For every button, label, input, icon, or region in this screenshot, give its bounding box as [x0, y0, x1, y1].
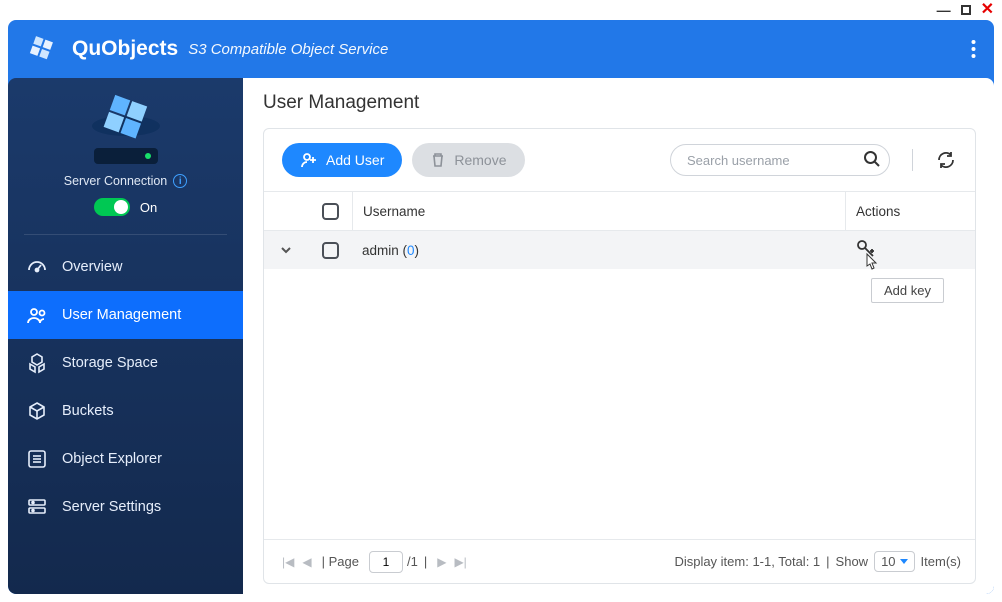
sidebar-item-object-explorer[interactable]: Object Explorer: [8, 435, 243, 483]
sidebar-item-buckets[interactable]: Buckets: [8, 387, 243, 435]
search-input[interactable]: [670, 144, 890, 176]
pager-next-button[interactable]: ▶: [433, 555, 450, 569]
cube-icon: [26, 400, 48, 422]
sidebar-divider: [24, 234, 227, 235]
page-label: Page: [329, 554, 359, 569]
app-container: QuObjects S3 Compatible Object Service: [8, 20, 994, 594]
sidebar: Server Connection i On Overview User Man…: [8, 78, 243, 594]
table-body: admin (0) Add key: [264, 231, 975, 539]
page-total: /1: [407, 554, 418, 569]
table-row[interactable]: admin (0) Add key: [264, 231, 975, 269]
boxes-icon: [26, 352, 48, 374]
sidebar-item-label: User Management: [62, 307, 181, 323]
sidebar-nav: Overview User Management Storage Space B…: [8, 243, 243, 531]
search-icon[interactable]: [862, 149, 882, 169]
sidebar-item-server-settings[interactable]: Server Settings: [8, 483, 243, 531]
row-expand-toggle[interactable]: [264, 244, 308, 256]
page-title: User Management: [263, 92, 976, 114]
window-close-button[interactable]: ✕: [981, 2, 994, 18]
toolbar: Add User Remove: [264, 129, 975, 191]
sidebar-item-label: Server Settings: [62, 499, 161, 515]
app-title: QuObjects: [72, 37, 178, 61]
server-status-block: Server Connection i On: [8, 84, 243, 230]
add-user-label: Add User: [326, 152, 384, 168]
display-summary: Display item: 1-1, Total: 1: [674, 554, 820, 569]
gauge-icon: [26, 256, 48, 278]
table-header: Username Actions: [264, 191, 975, 231]
chevron-down-icon: [900, 559, 908, 564]
add-key-tooltip: Add key: [871, 278, 944, 303]
app-header: QuObjects S3 Compatible Object Service: [8, 20, 994, 78]
show-label: Show: [836, 554, 869, 569]
pager-first-button[interactable]: |◀: [278, 555, 298, 569]
app-subtitle: S3 Compatible Object Service: [188, 41, 388, 58]
header-menu-button[interactable]: [971, 39, 976, 59]
column-username[interactable]: Username: [352, 192, 845, 230]
add-key-button[interactable]: [855, 238, 877, 260]
server-connection-label: Server Connection: [64, 174, 168, 188]
sidebar-item-label: Object Explorer: [62, 451, 162, 467]
remove-label: Remove: [454, 152, 506, 168]
select-all-checkbox[interactable]: [322, 203, 339, 220]
add-user-button[interactable]: Add User: [282, 143, 402, 177]
column-actions: Actions: [845, 192, 975, 230]
sidebar-item-label: Buckets: [62, 403, 114, 419]
remove-button: Remove: [412, 143, 524, 177]
main-content: User Management Add User Remove: [243, 78, 994, 594]
items-label: Item(s): [921, 554, 961, 569]
search-field: [670, 144, 890, 176]
info-icon[interactable]: i: [173, 174, 187, 188]
pager-last-button[interactable]: ▶|: [450, 555, 470, 569]
row-username: admin (0): [352, 243, 845, 258]
server-icon: [26, 496, 48, 518]
sidebar-item-overview[interactable]: Overview: [8, 243, 243, 291]
toolbar-divider: [912, 149, 913, 171]
page-input[interactable]: [369, 551, 403, 573]
user-plus-icon: [300, 151, 318, 169]
trash-icon: [430, 152, 446, 168]
cursor-icon: [861, 252, 879, 272]
sidebar-item-label: Storage Space: [62, 355, 158, 371]
list-icon: [26, 448, 48, 470]
page-size-select[interactable]: 10: [874, 551, 914, 572]
users-icon: [26, 304, 48, 326]
table-footer: |◀ ◀ | Page /1 | ▶ ▶| Display item: 1-1,…: [264, 539, 975, 583]
server-connection-state: On: [140, 200, 157, 215]
sidebar-item-label: Overview: [62, 259, 122, 275]
window-maximize-button[interactable]: [961, 3, 971, 17]
row-checkbox[interactable]: [322, 242, 339, 259]
content-panel: Add User Remove: [263, 128, 976, 584]
server-connection-toggle[interactable]: [94, 198, 130, 216]
app-logo-icon: [26, 33, 58, 65]
sidebar-item-storage-space[interactable]: Storage Space: [8, 339, 243, 387]
window-minimize-button[interactable]: —: [937, 3, 951, 17]
window-titlebar: — ✕: [0, 0, 1002, 20]
server-illustration-icon: [76, 90, 176, 170]
pager-prev-button[interactable]: ◀: [298, 555, 315, 569]
refresh-button[interactable]: [935, 149, 957, 171]
sidebar-item-user-management[interactable]: User Management: [8, 291, 243, 339]
